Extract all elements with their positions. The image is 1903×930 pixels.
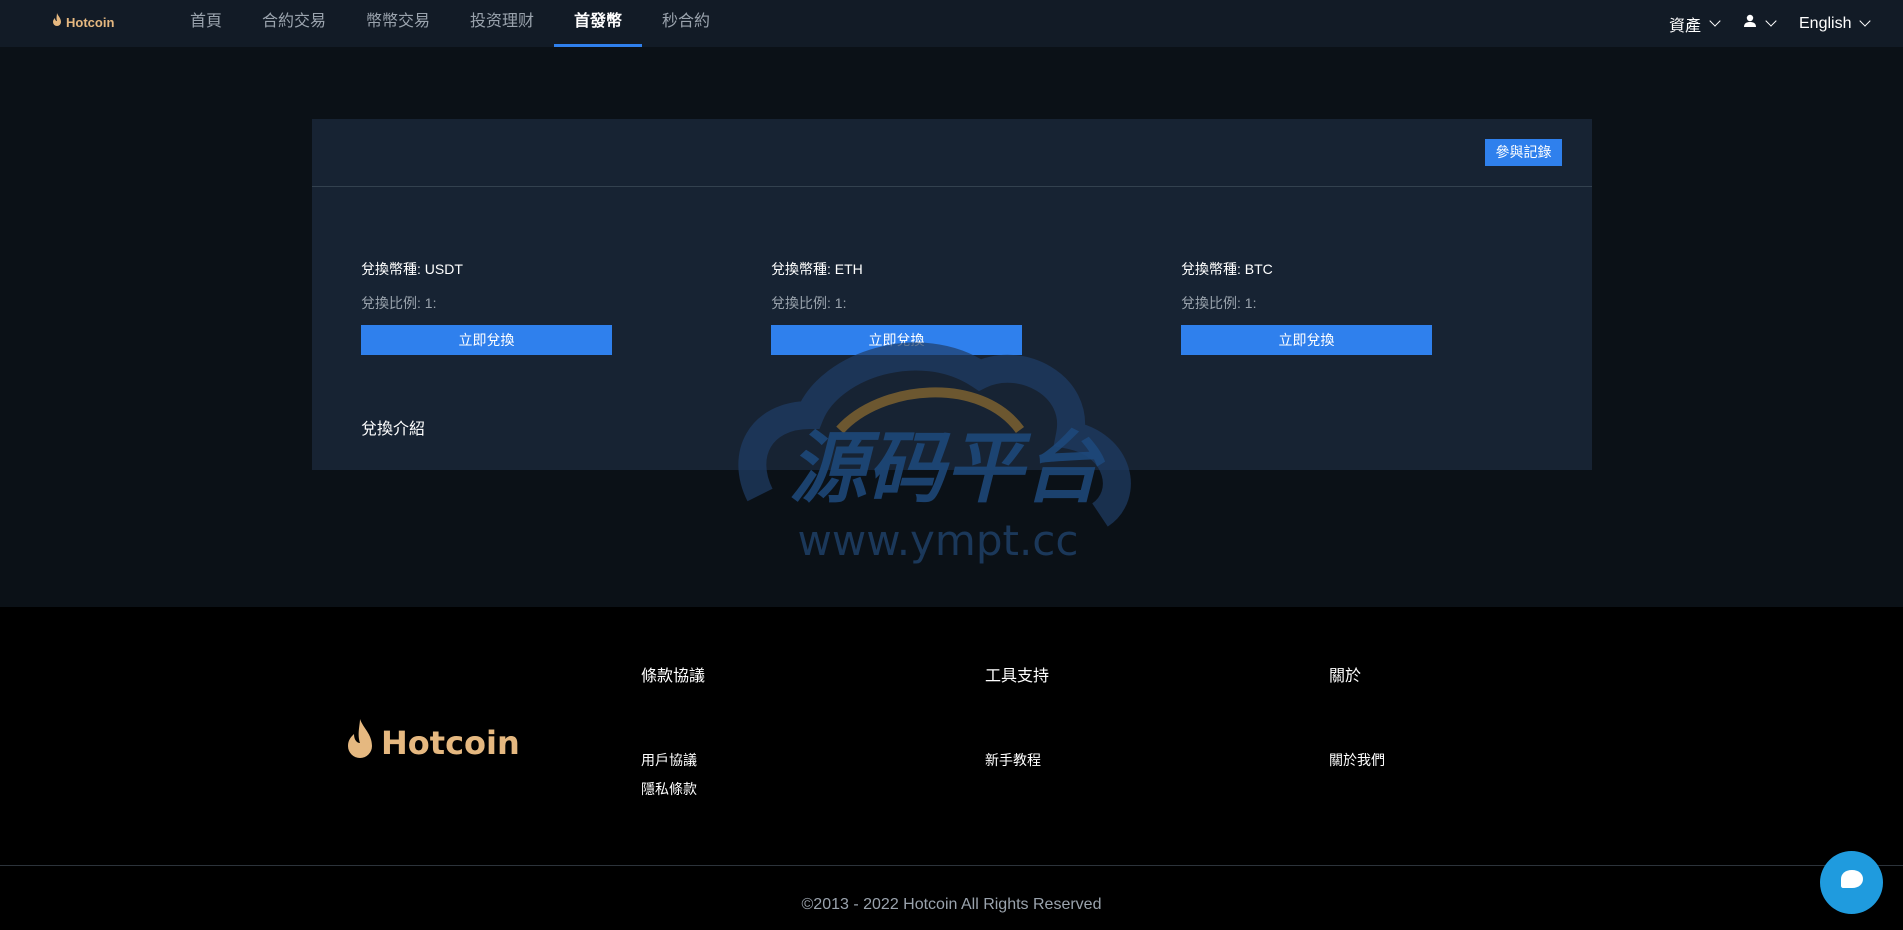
footer-divider — [0, 865, 1903, 866]
user-icon — [1743, 14, 1757, 33]
participation-record-button[interactable]: 參與記錄 — [1485, 139, 1562, 166]
currency-value: BTC — [1244, 261, 1273, 277]
footer-column-title: 工具支持 — [985, 668, 1050, 685]
chevron-down-icon — [1765, 15, 1777, 27]
coin-card-usdt: 兌換幣種: USDT 兌換比例: 1: 立即兌換 — [361, 259, 613, 355]
language-dropdown[interactable]: English — [1799, 0, 1872, 47]
nav-item-ieo[interactable]: 首發幣 — [554, 0, 642, 47]
chat-support-button[interactable] — [1820, 851, 1883, 914]
footer-column-terms: 條款協議 用戶協議 隱私條款 — [641, 667, 705, 804]
currency-label: 兌換幣種: — [361, 261, 421, 277]
footer-link-user-agreement[interactable]: 用戶協議 — [641, 746, 705, 775]
footer-column-title: 條款協議 — [641, 668, 706, 685]
assets-label: 資產 — [1669, 17, 1702, 35]
chat-icon — [1839, 868, 1865, 897]
coin-card-eth: 兌換幣種: ETH 兌換比例: 1: 立即兌換 — [771, 259, 1023, 355]
currency-row: 兌換幣種: ETH — [771, 259, 1023, 279]
footer-link-beginner-tutorial[interactable]: 新手教程 — [985, 746, 1049, 775]
user-dropdown[interactable] — [1743, 0, 1777, 47]
ratio-row: 兌換比例: 1: — [1181, 293, 1433, 313]
ratio-value: 1: — [834, 295, 847, 311]
brand-name: Hotcoin — [66, 15, 115, 30]
exchange-now-button[interactable]: 立即兌換 — [771, 325, 1022, 355]
nav-item-seconds-contract[interactable]: 秒合約 — [662, 0, 710, 47]
flame-icon — [52, 13, 62, 32]
currency-label: 兌換幣種: — [1181, 261, 1241, 277]
footer-link-about-us[interactable]: 關於我們 — [1329, 746, 1385, 775]
flame-icon — [345, 717, 375, 768]
site-footer: Hotcoin 條款協議 用戶協議 隱私條款 工具支持 新手教程 關於 關於我們… — [0, 607, 1903, 930]
footer-column-about: 關於 關於我們 — [1329, 667, 1385, 775]
top-navbar: Hotcoin 首頁 合約交易 幣幣交易 投资理财 首發幣 秒合約 資產 Eng… — [0, 0, 1903, 47]
ratio-value: 1: — [1244, 295, 1257, 311]
ratio-value: 1: — [424, 295, 437, 311]
ratio-label: 兌換比例: — [771, 295, 831, 311]
currency-row: 兌換幣種: USDT — [361, 259, 613, 279]
exchange-intro-title: 兌換介紹 — [361, 421, 426, 438]
nav-item-contract-trading[interactable]: 合約交易 — [262, 0, 326, 47]
footer-column-title: 關於 — [1329, 668, 1362, 685]
language-label: English — [1799, 14, 1852, 32]
ratio-label: 兌換比例: — [1181, 295, 1241, 311]
coin-card-btc: 兌換幣種: BTC 兌換比例: 1: 立即兌換 — [1181, 259, 1433, 355]
nav-item-spot-trading[interactable]: 幣幣交易 — [366, 0, 430, 47]
footer-brand-name: Hotcoin — [381, 723, 520, 762]
assets-dropdown[interactable]: 資產 — [1669, 0, 1721, 47]
chevron-down-icon — [1859, 15, 1872, 27]
brand-logo[interactable]: Hotcoin — [52, 13, 114, 32]
footer-column-tools: 工具支持 新手教程 — [985, 667, 1049, 775]
main-content: 參與記錄 兌換幣種: USDT 兌換比例: 1: 立即兌換 兌換幣種: ETH … — [0, 47, 1903, 607]
panel-divider — [312, 186, 1592, 187]
chevron-down-icon — [1709, 15, 1721, 27]
footer-link-privacy[interactable]: 隱私條款 — [641, 775, 705, 804]
footer-brand-logo[interactable]: Hotcoin — [345, 717, 520, 768]
currency-row: 兌換幣種: BTC — [1181, 259, 1433, 279]
exchange-now-button[interactable]: 立即兌換 — [1181, 325, 1432, 355]
exchange-now-button[interactable]: 立即兌換 — [361, 325, 612, 355]
exchange-panel: 參與記錄 兌換幣種: USDT 兌換比例: 1: 立即兌換 兌換幣種: ETH … — [312, 119, 1592, 470]
currency-value: USDT — [424, 261, 463, 277]
ratio-label: 兌換比例: — [361, 295, 421, 311]
ratio-row: 兌換比例: 1: — [361, 293, 613, 313]
ratio-row: 兌換比例: 1: — [771, 293, 1023, 313]
currency-value: ETH — [834, 261, 863, 277]
nav-item-home[interactable]: 首頁 — [190, 0, 222, 47]
currency-label: 兌換幣種: — [771, 261, 831, 277]
copyright-text: ©2013 - 2022 Hotcoin All Rights Reserved — [801, 896, 1102, 913]
nav-item-investment[interactable]: 投资理财 — [470, 0, 534, 47]
